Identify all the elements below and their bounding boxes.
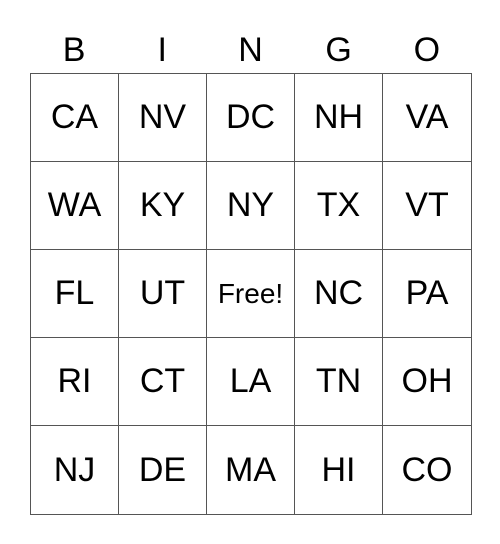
bingo-cell[interactable]: OH xyxy=(383,338,471,426)
bingo-cell[interactable]: FL xyxy=(31,250,119,338)
header-letter-n: N xyxy=(238,31,263,69)
bingo-cell[interactable]: NV xyxy=(119,74,207,162)
bingo-cell[interactable]: PA xyxy=(383,250,471,338)
bingo-cell[interactable]: MA xyxy=(207,426,295,514)
bingo-cell[interactable]: RI xyxy=(31,338,119,426)
bingo-cell[interactable]: CA xyxy=(31,74,119,162)
header-letter-i: I xyxy=(157,31,167,69)
free-space-cell[interactable]: Free! xyxy=(207,250,295,338)
bingo-cell[interactable]: DE xyxy=(119,426,207,514)
bingo-cell[interactable]: CT xyxy=(119,338,207,426)
bingo-cell[interactable]: WA xyxy=(31,162,119,250)
bingo-cell[interactable]: VT xyxy=(383,162,471,250)
bingo-header: B I N G O xyxy=(30,28,471,72)
bingo-cell[interactable]: CO xyxy=(383,426,471,514)
header-letter-b: B xyxy=(62,31,86,69)
bingo-cell[interactable]: UT xyxy=(119,250,207,338)
bingo-cell[interactable]: NC xyxy=(295,250,383,338)
bingo-cell[interactable]: HI xyxy=(295,426,383,514)
header-letter-g: G xyxy=(325,31,352,69)
bingo-cell[interactable]: NH xyxy=(295,74,383,162)
bingo-cell[interactable]: LA xyxy=(207,338,295,426)
bingo-cell[interactable]: VA xyxy=(383,74,471,162)
bingo-card-grid: CA NV DC NH VA WA KY NY TX VT FL UT Free… xyxy=(30,73,472,515)
bingo-cell[interactable]: NJ xyxy=(31,426,119,514)
bingo-cell[interactable]: DC xyxy=(207,74,295,162)
header-letter-o: O xyxy=(413,31,441,69)
bingo-cell[interactable]: KY xyxy=(119,162,207,250)
bingo-cell[interactable]: TX xyxy=(295,162,383,250)
bingo-cell[interactable]: NY xyxy=(207,162,295,250)
bingo-cell[interactable]: TN xyxy=(295,338,383,426)
